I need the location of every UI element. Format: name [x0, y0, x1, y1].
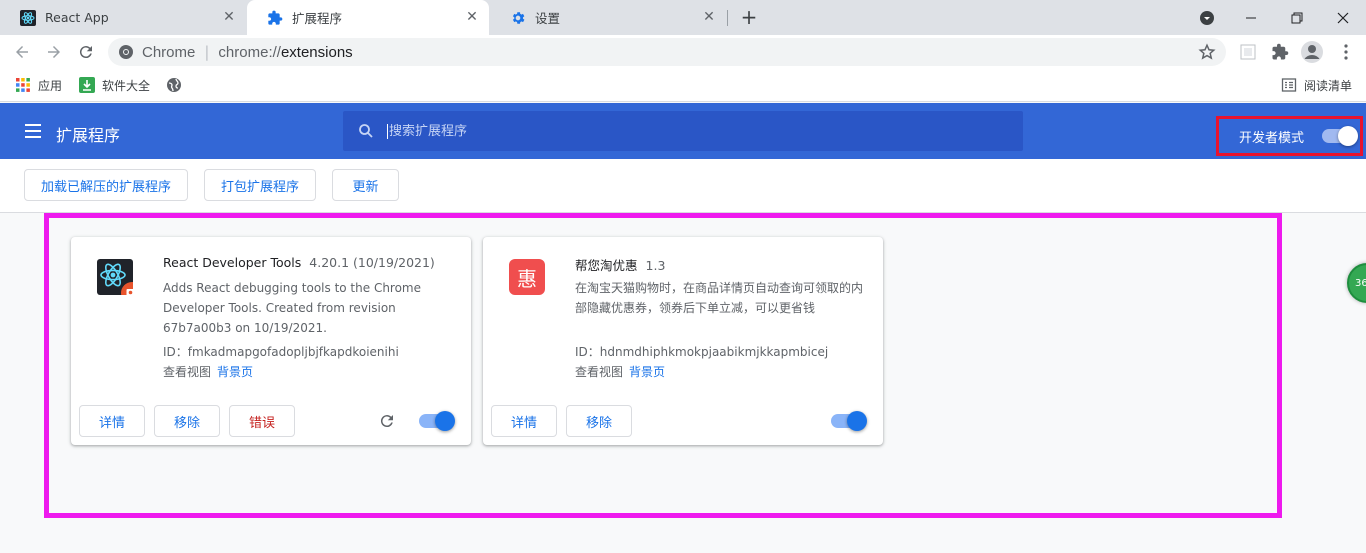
- floating-widget-badge[interactable]: 36: [1347, 263, 1366, 303]
- bookmark-label: 应用: [38, 78, 63, 93]
- search-input[interactable]: [387, 123, 987, 139]
- restore-icon: [1291, 12, 1303, 23]
- browser-toolbar: Chrome | chrome://extensions: [0, 35, 1366, 69]
- chevron-down-circle-icon: [1200, 10, 1214, 25]
- extensions-highlight-box: [44, 213, 1282, 518]
- bookmark-globe[interactable]: [166, 76, 189, 94]
- globe-icon: [167, 78, 181, 92]
- divider: |: [204, 43, 210, 61]
- site-label: Chrome: [142, 43, 196, 61]
- arrow-left-icon: [16, 46, 28, 58]
- back-button[interactable]: [9, 39, 35, 65]
- react-icon: [20, 9, 36, 26]
- bookmark-star-icon[interactable]: [1198, 43, 1216, 61]
- tab-title: React App: [45, 10, 109, 25]
- tab-search-button[interactable]: [1184, 0, 1230, 35]
- reading-list-label: 阅读清单: [1304, 78, 1353, 93]
- tab-strip: React App ✕ 扩展程序 ✕ 设置 ✕ +: [0, 0, 1366, 35]
- close-icon: [1337, 12, 1349, 23]
- update-button[interactable]: 更新: [332, 169, 399, 201]
- bookmark-label: 软件大全: [102, 78, 151, 93]
- bookmarks-bar: 应用 软件大全 阅读清单: [0, 69, 1366, 102]
- puzzle-icon: [267, 10, 283, 26]
- reading-list-icon: [1281, 78, 1297, 92]
- close-tab-icon[interactable]: ✕: [465, 10, 479, 24]
- developer-mode-label: 开发者模式: [1239, 130, 1305, 146]
- search-icon: [359, 124, 373, 138]
- tab-settings[interactable]: 设置 ✕: [490, 0, 726, 35]
- dev-action-bar: 加载已解压的扩展程序 打包扩展程序 更新: [0, 159, 1366, 213]
- profile-avatar-icon[interactable]: [1300, 40, 1324, 64]
- developer-mode-toggle[interactable]: [1322, 126, 1359, 146]
- address-bar[interactable]: Chrome | chrome://extensions: [108, 38, 1226, 66]
- close-tab-icon[interactable]: ✕: [222, 10, 236, 24]
- kebab-menu-icon[interactable]: [1334, 40, 1358, 64]
- tab-divider: [727, 10, 728, 26]
- new-tab-button[interactable]: +: [738, 6, 760, 28]
- tab-extensions[interactable]: 扩展程序 ✕: [247, 0, 489, 35]
- load-unpacked-button[interactable]: 加载已解压的扩展程序: [24, 169, 188, 201]
- pack-extension-button[interactable]: 打包扩展程序: [204, 169, 316, 201]
- download-icon: [79, 77, 95, 93]
- bookmark-software[interactable]: 软件大全: [79, 76, 150, 94]
- close-tab-icon[interactable]: ✕: [702, 10, 716, 24]
- close-window-button[interactable]: [1320, 0, 1366, 35]
- extensions-header: 扩展程序 开发者模式: [0, 103, 1366, 159]
- search-bar[interactable]: [343, 111, 1023, 151]
- gear-icon: [510, 10, 526, 26]
- forward-button[interactable]: [41, 39, 67, 65]
- reading-list[interactable]: 阅读清单: [1281, 76, 1352, 94]
- tab-title: 扩展程序: [292, 11, 343, 26]
- tab-title: 设置: [535, 11, 561, 26]
- extension-action-icon[interactable]: [1236, 40, 1260, 64]
- bookmark-apps[interactable]: 应用: [15, 76, 62, 94]
- restore-button[interactable]: [1274, 0, 1320, 35]
- reload-icon: [79, 46, 92, 59]
- minimize-button[interactable]: [1228, 0, 1274, 35]
- reload-button[interactable]: [73, 39, 99, 65]
- arrow-right-icon: [48, 46, 60, 58]
- hamburger-menu-icon[interactable]: [24, 122, 42, 140]
- minimize-icon: [1246, 17, 1256, 18]
- extensions-puzzle-icon[interactable]: [1268, 40, 1292, 64]
- tab-react-app[interactable]: React App ✕: [0, 0, 246, 35]
- developer-mode-highlight: 开发者模式: [1216, 116, 1363, 156]
- page-title: 扩展程序: [56, 126, 121, 145]
- url-text: chrome://extensions: [218, 43, 353, 61]
- chrome-icon: [119, 45, 133, 59]
- apps-grid-icon: [16, 78, 30, 92]
